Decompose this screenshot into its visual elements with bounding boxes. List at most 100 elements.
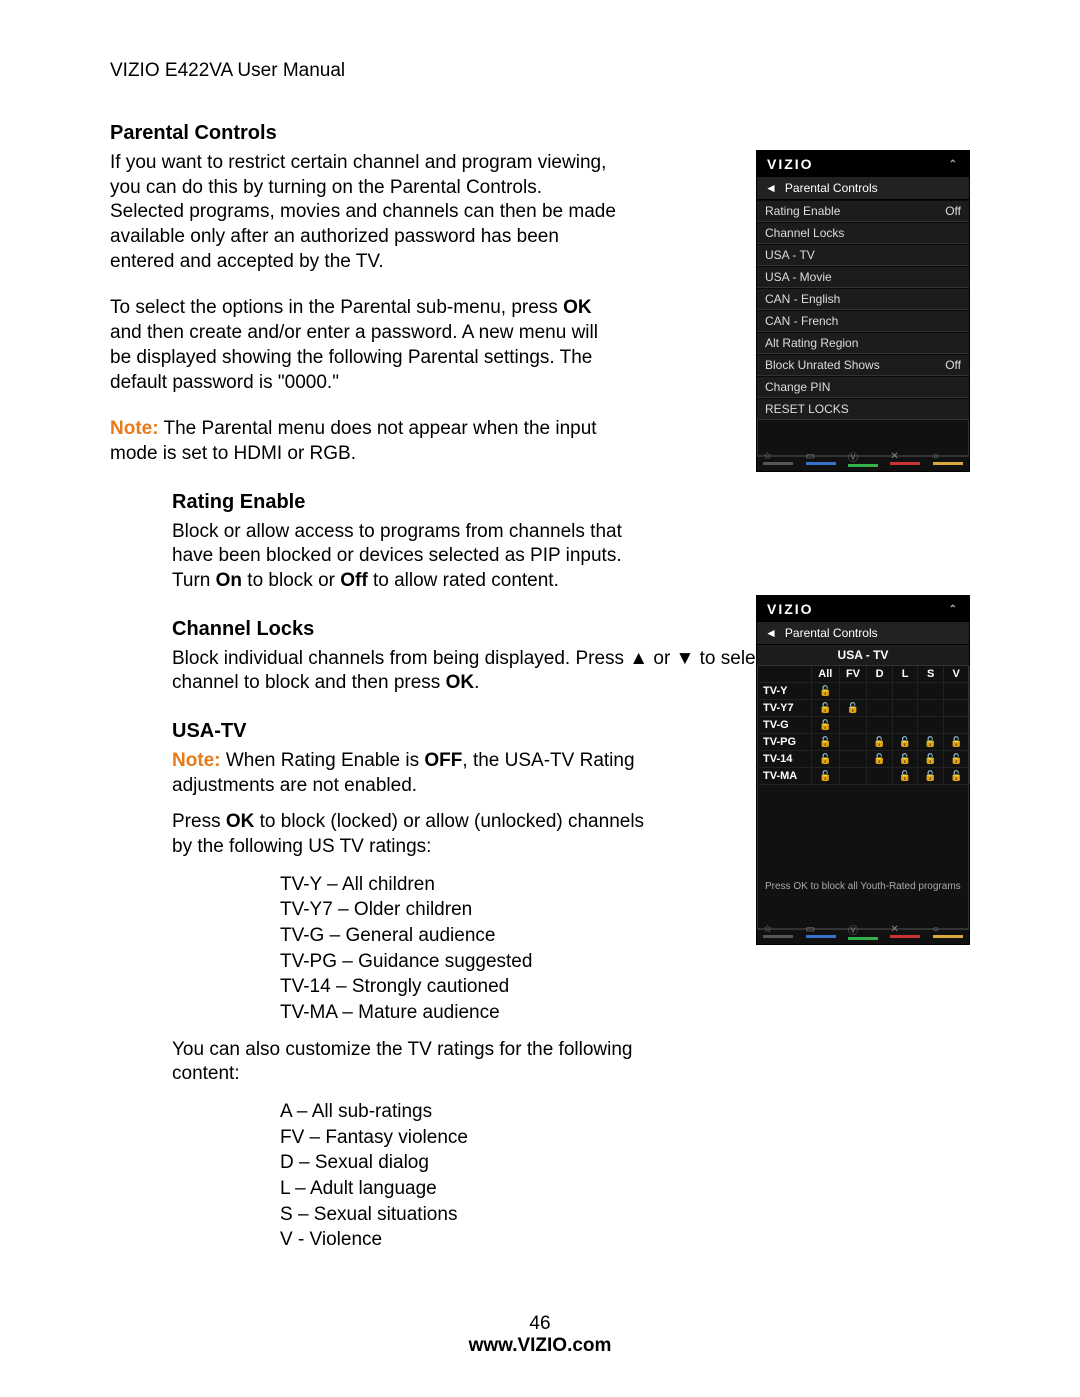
star-icon[interactable]: ☆ xyxy=(763,451,793,465)
list-item: TV-MA – Mature audience xyxy=(280,1000,970,1026)
text: to allow rated content. xyxy=(368,570,559,591)
lock-cell[interactable]: 🔓 xyxy=(867,751,893,768)
osd-menu-item[interactable]: USA - TV xyxy=(757,244,969,266)
text: . xyxy=(474,672,479,693)
grid-row-label: TV-G xyxy=(757,717,812,734)
page: VIZIO E422VA User Manual Parental Contro… xyxy=(0,0,1080,1397)
lock-cell[interactable] xyxy=(892,717,918,734)
star-icon[interactable]: ☆ xyxy=(763,924,793,938)
para-parental-intro: If you want to restrict certain channel … xyxy=(110,151,620,274)
osd-menu-item[interactable]: CAN - English xyxy=(757,288,969,310)
grid-row: TV-Y🔓 xyxy=(757,683,969,700)
lock-cell[interactable]: 🔓 xyxy=(812,768,840,785)
osd-item-label: USA - Movie xyxy=(765,270,832,284)
grid-row: TV-MA🔓🔓🔓🔓 xyxy=(757,768,969,785)
lock-cell[interactable]: 🔓 xyxy=(918,768,944,785)
osd-breadcrumb[interactable]: ◄ Parental Controls xyxy=(757,622,969,645)
osd-item-label: Alt Rating Region xyxy=(765,336,858,350)
v-icon[interactable]: Ⓥ xyxy=(848,449,878,467)
lock-cell[interactable] xyxy=(918,700,944,717)
lock-cell[interactable]: 🔓 xyxy=(812,700,840,717)
text: To select the options in the Parental su… xyxy=(110,297,563,318)
lock-cell[interactable] xyxy=(867,700,893,717)
lock-cell[interactable] xyxy=(943,717,969,734)
lock-cell[interactable] xyxy=(867,683,893,700)
list-item: A – All sub-ratings xyxy=(280,1099,970,1125)
widescreen-icon[interactable]: ▭ xyxy=(806,924,836,938)
lock-cell[interactable]: 🔓 xyxy=(812,751,840,768)
lock-cell[interactable]: 🔓 xyxy=(892,751,918,768)
widescreen-icon[interactable]: ▭ xyxy=(806,451,836,465)
lock-cell[interactable]: 🔓 xyxy=(892,734,918,751)
lock-cell[interactable]: 🔓 xyxy=(867,734,893,751)
lock-cell[interactable]: 🔓 xyxy=(839,700,867,717)
text: and then create and/or enter a password.… xyxy=(110,322,598,392)
lock-cell[interactable] xyxy=(892,700,918,717)
lock-cell[interactable] xyxy=(918,683,944,700)
lock-cell[interactable] xyxy=(943,700,969,717)
lock-cell[interactable]: 🔓 xyxy=(943,768,969,785)
osd-usa-tv-grid: VIZIO ⌃ ◄ Parental Controls USA - TV All… xyxy=(756,595,970,945)
osd-menu-item[interactable]: CAN - French xyxy=(757,310,969,332)
osd-menu-item[interactable]: Change PIN xyxy=(757,376,969,398)
close-icon[interactable]: ✕ xyxy=(890,924,920,938)
lock-cell[interactable]: 🔓 xyxy=(918,734,944,751)
lock-cell[interactable]: 🔓 xyxy=(892,768,918,785)
grid-column-header: FV xyxy=(839,666,867,683)
page-footer: 46 www.VIZIO.com xyxy=(0,1313,1080,1357)
grid-row-label: TV-14 xyxy=(757,751,812,768)
lock-cell[interactable] xyxy=(839,683,867,700)
lock-cell[interactable]: 🔓 xyxy=(943,751,969,768)
osd-item-label: CAN - English xyxy=(765,292,840,306)
page-number: 46 xyxy=(0,1313,1080,1335)
grid-column-header: D xyxy=(867,666,893,683)
circle-icon[interactable]: ○ xyxy=(933,451,963,465)
back-arrow-icon: ◄ xyxy=(765,181,777,195)
lock-cell[interactable] xyxy=(839,768,867,785)
lock-cell[interactable]: 🔓 xyxy=(812,683,840,700)
v-icon[interactable]: Ⓥ xyxy=(848,922,878,940)
lock-cell[interactable] xyxy=(839,751,867,768)
subratings-list: A – All sub-ratingsFV – Fantasy violence… xyxy=(280,1099,970,1253)
lock-cell[interactable] xyxy=(839,717,867,734)
osd-item-value: Off xyxy=(945,358,961,372)
osd-menu-item[interactable]: USA - Movie xyxy=(757,266,969,288)
lock-cell[interactable] xyxy=(867,768,893,785)
osd-brand: VIZIO xyxy=(767,601,814,617)
lock-cell[interactable] xyxy=(839,734,867,751)
osd-soft-buttons: ☆ ▭ Ⓥ ✕ ○ xyxy=(757,455,969,471)
lock-cell[interactable]: 🔓 xyxy=(812,717,840,734)
lock-cell[interactable]: 🔓 xyxy=(812,734,840,751)
osd-menu-item[interactable]: Rating EnableOff xyxy=(757,200,969,222)
collapse-icon: ⌃ xyxy=(949,604,959,615)
osd-menu-item[interactable]: RESET LOCKS xyxy=(757,398,969,420)
footer-url: www.VIZIO.com xyxy=(0,1335,1080,1357)
osd-menu-item[interactable]: Alt Rating Region xyxy=(757,332,969,354)
list-item: V - Violence xyxy=(280,1227,970,1253)
osd-menu-item[interactable]: Channel Locks xyxy=(757,222,969,244)
osd-item-value: Off xyxy=(945,204,961,218)
lock-cell[interactable]: 🔓 xyxy=(918,751,944,768)
grid-column-header: L xyxy=(892,666,918,683)
osd-menu-item[interactable]: Block Unrated ShowsOff xyxy=(757,354,969,376)
osd-breadcrumb[interactable]: ◄ Parental Controls xyxy=(757,177,969,200)
note-text: The Parental menu does not appear when t… xyxy=(110,418,597,464)
para-channel-locks: Block individual channels from being dis… xyxy=(172,647,852,696)
circle-icon[interactable]: ○ xyxy=(933,924,963,938)
grid-row: TV-PG🔓🔓🔓🔓🔓 xyxy=(757,734,969,751)
osd-item-label: Change PIN xyxy=(765,380,830,394)
osd-subtitle: USA - TV xyxy=(757,645,969,666)
lock-cell[interactable] xyxy=(892,683,918,700)
lock-cell[interactable] xyxy=(867,717,893,734)
osd-breadcrumb-text: Parental Controls xyxy=(785,626,878,640)
note-label: Note: xyxy=(172,750,221,771)
heading-parental-controls: Parental Controls xyxy=(110,122,970,145)
osd-brand-bar: VIZIO ⌃ xyxy=(757,151,969,177)
para-parental-select: To select the options in the Parental su… xyxy=(110,296,620,395)
lock-cell[interactable] xyxy=(918,717,944,734)
osd-breadcrumb-text: Parental Controls xyxy=(785,181,878,195)
on-bold: On xyxy=(216,570,242,591)
close-icon[interactable]: ✕ xyxy=(890,451,920,465)
lock-cell[interactable]: 🔓 xyxy=(943,734,969,751)
lock-cell[interactable] xyxy=(943,683,969,700)
